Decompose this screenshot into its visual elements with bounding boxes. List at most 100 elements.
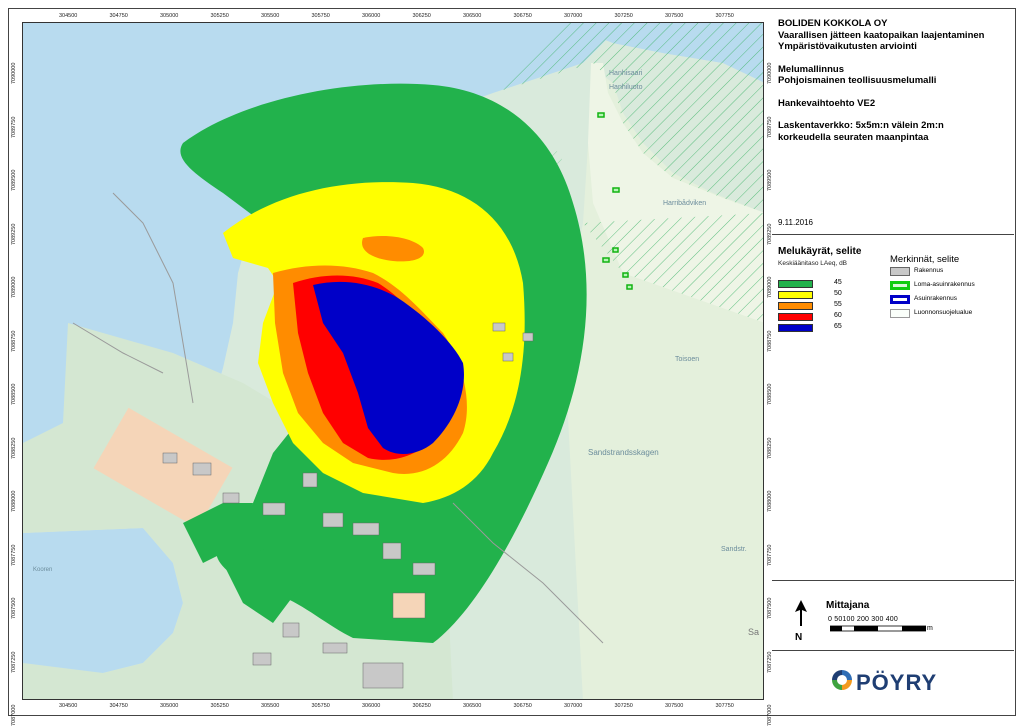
- marker-label: Loma-asuinrakennus: [914, 281, 975, 288]
- map-canvas: Hanhisaari Hanhiluoto Harribådviken Tois…: [23, 23, 763, 699]
- y-tick-right: 7090000: [767, 62, 773, 84]
- grid-line-2: korkeudella seuraten maanpintaa: [778, 131, 929, 143]
- legend-label: 65: [834, 323, 842, 330]
- x-tick-bottom: 305000: [160, 703, 179, 709]
- y-tick-left: 7089750: [11, 116, 17, 138]
- y-tick-right: 7087500: [767, 597, 773, 619]
- y-tick-left: 7089500: [11, 169, 17, 191]
- x-tick-top: 305000: [160, 13, 179, 19]
- legend-swatch: [778, 313, 813, 321]
- noise-map[interactable]: Hanhisaari Hanhiluoto Harribådviken Tois…: [22, 22, 764, 700]
- place-hanhisaari: Hanhisaari: [609, 70, 643, 77]
- y-tick-right: 7087000: [767, 704, 773, 726]
- y-tick-left: 7090000: [11, 62, 17, 84]
- x-tick-top: 307500: [665, 13, 684, 19]
- legend-label: 50: [834, 290, 842, 297]
- model-line-2: Pohjoismainen teollisuusmelumalli: [778, 75, 937, 86]
- place-hanhiluoto: Hanhiluoto: [609, 84, 643, 91]
- y-tick-left: 7087000: [11, 704, 17, 726]
- y-tick-right: 7087250: [767, 651, 773, 673]
- x-tick-top: 306000: [362, 13, 381, 19]
- scale-labels: 0 50100 200 300 400: [828, 616, 898, 623]
- building-swatch: [890, 267, 910, 276]
- residential-swatch: [890, 295, 910, 304]
- place-sa: Sa: [748, 627, 759, 637]
- legend-swatch: [778, 280, 813, 288]
- legend-title: Melukäyrät, selite: [778, 246, 862, 257]
- model-line-1: Melumallinnus: [778, 63, 844, 75]
- y-tick-left: 7088000: [11, 490, 17, 512]
- x-tick-top: 305750: [311, 13, 330, 19]
- x-tick-bottom: 307250: [614, 703, 633, 709]
- map-date: 9.11.2016: [778, 218, 813, 227]
- legend-swatch: [778, 302, 813, 310]
- place-sandstrandsskagen: Sandstrandsskagen: [588, 448, 659, 457]
- y-tick-right: 7088750: [767, 330, 773, 352]
- y-tick-right: 7089000: [767, 276, 773, 298]
- grid-line-1: Laskentaverkko: 5x5m:n välein 2m:n: [778, 120, 944, 131]
- markers-title: Merkinnät, selite: [890, 254, 960, 265]
- legend-swatch: [778, 291, 813, 299]
- panel-divider: [772, 234, 1014, 235]
- x-tick-bottom: 304750: [109, 703, 128, 709]
- holiday-home-swatch: [890, 281, 910, 290]
- legend-panel: BOLIDEN KOKKOLA OY Vaarallisen jätteen k…: [772, 10, 1014, 714]
- x-tick-top: 304750: [109, 13, 128, 19]
- marker-label: Rakennus: [914, 267, 944, 274]
- x-tick-bottom: 306750: [513, 703, 532, 709]
- marker-label: Asuinrakennus: [914, 295, 957, 302]
- legend-label: 45: [834, 279, 842, 286]
- y-tick-left: 7087500: [11, 597, 17, 619]
- x-tick-top: 306750: [513, 13, 532, 19]
- y-tick-left: 7089250: [11, 223, 17, 245]
- x-tick-bottom: 304500: [59, 703, 78, 709]
- x-tick-top: 306500: [463, 13, 482, 19]
- y-tick-right: 7088500: [767, 383, 773, 405]
- y-tick-right: 7087750: [767, 544, 773, 566]
- panel-divider: [772, 580, 1014, 581]
- y-tick-right: 7089250: [767, 223, 773, 245]
- legend-label: 60: [834, 312, 842, 319]
- scale-title: Mittajana: [826, 600, 870, 611]
- place-harribadviken: Harribådviken: [663, 199, 706, 207]
- y-tick-left: 7087250: [11, 651, 17, 673]
- scale-unit: m: [927, 625, 933, 632]
- project-line-2: Ympäristövaikutusten arviointi: [778, 41, 917, 52]
- place-kooren: Kooren: [33, 567, 52, 573]
- panel-divider: [772, 650, 1014, 651]
- y-tick-right: 7088000: [767, 490, 773, 512]
- place-toisoen: Toisoen: [675, 356, 699, 363]
- x-tick-top: 305250: [210, 13, 229, 19]
- legend-label: 55: [834, 301, 842, 308]
- svg-text:N: N: [795, 632, 802, 642]
- x-tick-bottom: 307000: [564, 703, 583, 709]
- x-tick-bottom: 307500: [665, 703, 684, 709]
- y-tick-left: 7088750: [11, 330, 17, 352]
- marker-label: Luonnonsuojelualue: [914, 309, 973, 316]
- x-tick-top: 307000: [564, 13, 583, 19]
- y-tick-right: 7089500: [767, 169, 773, 191]
- legend-subtitle: Keskiäänitaso LAeq, dB: [778, 260, 848, 267]
- scale-bar: [830, 625, 926, 632]
- x-tick-bottom: 307750: [715, 703, 734, 709]
- y-tick-left: 7088250: [11, 437, 17, 459]
- x-tick-top: 307250: [614, 13, 633, 19]
- title-block: BOLIDEN KOKKOLA OY Vaarallisen jätteen k…: [778, 18, 1010, 143]
- x-tick-top: 305500: [261, 13, 280, 19]
- y-tick-left: 7087750: [11, 544, 17, 566]
- x-tick-top: 304500: [59, 13, 78, 19]
- x-tick-bottom: 306500: [463, 703, 482, 709]
- protected-area-swatch: [890, 309, 910, 318]
- company-name: BOLIDEN KOKKOLA OY: [778, 18, 888, 29]
- x-tick-bottom: 306250: [412, 703, 431, 709]
- place-sandstrand: Sandstr.: [721, 546, 747, 553]
- north-arrow-icon: N: [795, 600, 807, 642]
- x-tick-bottom: 305250: [210, 703, 229, 709]
- logo-text: PÖYRY: [856, 670, 938, 695]
- x-tick-bottom: 305500: [261, 703, 280, 709]
- y-tick-left: 7089000: [11, 276, 17, 298]
- x-tick-top: 307750: [715, 13, 734, 19]
- y-tick-right: 7089750: [767, 116, 773, 138]
- x-tick-top: 306250: [412, 13, 431, 19]
- y-tick-right: 7088250: [767, 437, 773, 459]
